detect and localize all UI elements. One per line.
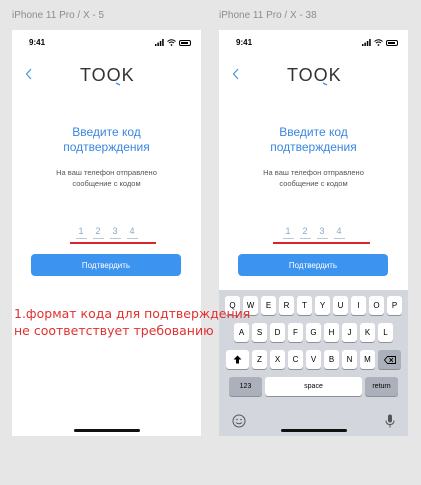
key-t[interactable]: T — [297, 296, 312, 315]
subtitle-line-2: сообщение с кодом — [279, 179, 348, 188]
code-digit-4[interactable]: 4 — [333, 226, 345, 239]
home-indicator — [73, 429, 140, 432]
key-g[interactable]: G — [306, 323, 321, 342]
annotation-line-2: не соответствует требованию — [14, 323, 214, 338]
subtitle: На ваш телефон отправлено сообщение с ко… — [12, 167, 201, 189]
title-line-1: Введите код — [279, 125, 348, 139]
backspace-key[interactable] — [378, 350, 401, 369]
microphone-icon[interactable] — [385, 414, 395, 428]
error-underline — [70, 242, 156, 244]
key-n[interactable]: N — [342, 350, 357, 369]
code-digit-3[interactable]: 3 — [109, 226, 121, 239]
keyboard-bottom-bar — [219, 414, 408, 428]
numbers-key[interactable]: 123 — [229, 377, 262, 396]
wifi-icon — [167, 39, 176, 46]
space-key[interactable]: space — [265, 377, 362, 396]
battery-icon — [179, 39, 191, 46]
code-digit-1[interactable]: 1 — [282, 226, 294, 239]
subtitle-line-1: На ваш телефон отправлено — [263, 168, 364, 177]
subtitle-line-2: сообщение с кодом — [72, 179, 141, 188]
key-k[interactable]: K — [360, 323, 375, 342]
key-h[interactable]: H — [324, 323, 339, 342]
backspace-icon — [383, 355, 396, 364]
frame-title-right: iPhone 11 Pro / X - 38 — [219, 10, 317, 21]
error-underline — [273, 242, 370, 244]
key-b[interactable]: B — [324, 350, 339, 369]
signal-icon — [155, 39, 164, 46]
keyboard-row-3: Z X C V B N M — [219, 350, 408, 369]
signal-icon — [362, 39, 371, 46]
home-indicator — [280, 429, 347, 432]
key-x[interactable]: X — [270, 350, 285, 369]
code-digit-1[interactable]: 1 — [75, 226, 87, 239]
code-digit-2[interactable]: 2 — [92, 226, 104, 239]
status-time: 9:41 — [236, 38, 253, 47]
code-digit-4[interactable]: 4 — [126, 226, 138, 239]
page-title: Введите код подтверждения — [219, 125, 408, 155]
return-key[interactable]: return — [365, 377, 398, 396]
title-line-2: подтверждения — [270, 140, 357, 154]
page-title: Введите код подтверждения — [12, 125, 201, 155]
review-annotation: 1.формат кода для подтверждения не соотв… — [14, 305, 274, 339]
key-f[interactable]: F — [288, 323, 303, 342]
status-bar: 9:41 — [12, 37, 201, 49]
status-bar: 9:41 — [219, 37, 408, 49]
code-input[interactable]: 1 2 3 4 — [12, 226, 201, 239]
code-digit-2[interactable]: 2 — [299, 226, 311, 239]
took-logo: TOOK — [219, 64, 408, 91]
key-j[interactable]: J — [342, 323, 357, 342]
confirm-button[interactable]: Подтвердить — [31, 254, 181, 276]
annotation-line-1: 1.формат кода для подтверждения — [14, 306, 251, 321]
key-v[interactable]: V — [306, 350, 321, 369]
code-input[interactable]: 1 2 3 4 — [219, 226, 408, 239]
frame-title-left: iPhone 11 Pro / X - 5 — [12, 10, 105, 21]
shift-icon — [233, 355, 242, 364]
confirm-button[interactable]: Подтвердить — [238, 254, 388, 276]
key-p[interactable]: P — [387, 296, 402, 315]
subtitle: На ваш телефон отправлено сообщение с ко… — [219, 167, 408, 189]
key-i[interactable]: I — [351, 296, 366, 315]
title-line-1: Введите код — [72, 125, 141, 139]
took-logo: TOOK — [12, 64, 201, 91]
wifi-icon — [374, 39, 383, 46]
key-u[interactable]: U — [333, 296, 348, 315]
emoji-icon[interactable] — [232, 414, 246, 428]
key-l[interactable]: L — [378, 323, 393, 342]
logo-text: TOOK — [287, 65, 341, 85]
phone-screen-right: 9:41 TOOK Введите код подтверждения На в… — [219, 30, 408, 436]
keyboard-row-4: 123 space return — [219, 377, 408, 396]
phone-screen-left: 9:41 TOOK Введите код подтверждения На в… — [12, 30, 201, 436]
code-digit-3[interactable]: 3 — [316, 226, 328, 239]
key-r[interactable]: R — [279, 296, 294, 315]
status-time: 9:41 — [29, 38, 46, 47]
key-y[interactable]: Y — [315, 296, 330, 315]
key-o[interactable]: O — [369, 296, 384, 315]
key-m[interactable]: M — [360, 350, 375, 369]
logo-text: TOOK — [80, 65, 134, 85]
battery-icon — [386, 39, 398, 46]
key-z[interactable]: Z — [252, 350, 267, 369]
key-c[interactable]: C — [288, 350, 303, 369]
title-line-2: подтверждения — [63, 140, 150, 154]
shift-key[interactable] — [226, 350, 249, 369]
subtitle-line-1: На ваш телефон отправлено — [56, 168, 157, 177]
